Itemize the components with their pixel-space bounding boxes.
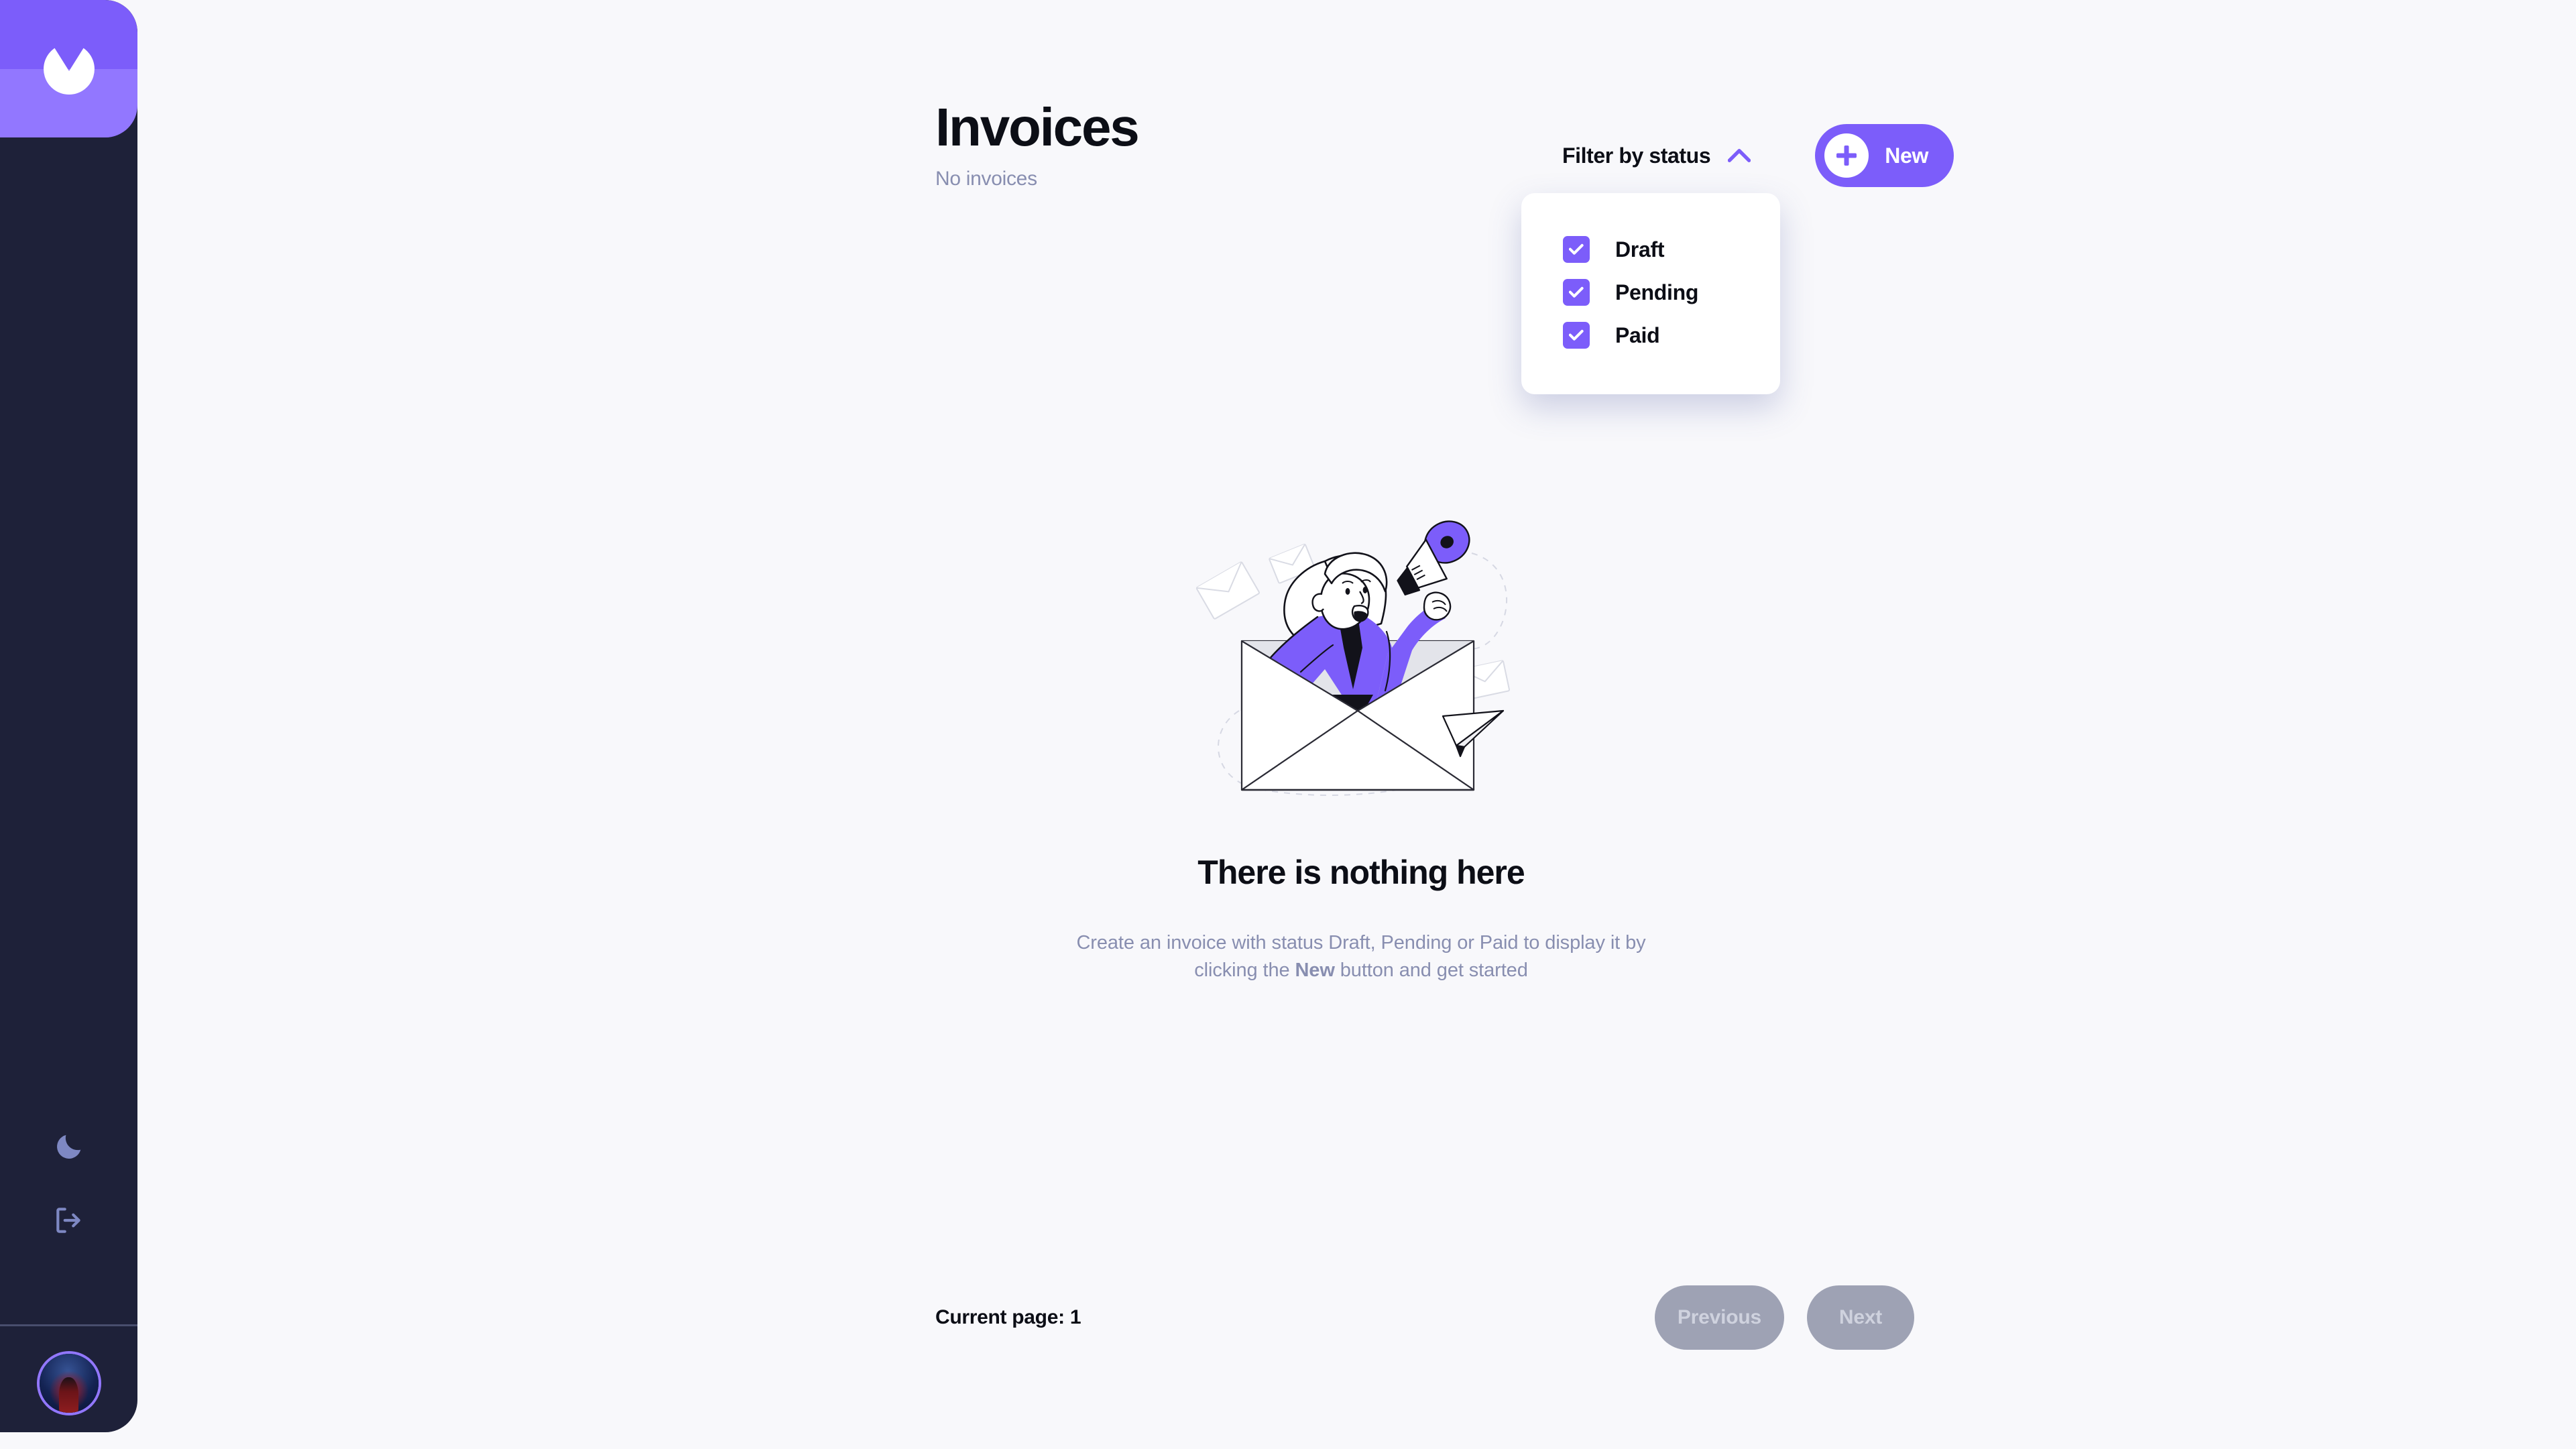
check-icon (1569, 243, 1584, 255)
header-controls: Filter by status New (1562, 124, 1954, 187)
sidebar-divider (0, 1324, 137, 1326)
avatar-photo (39, 1354, 99, 1413)
chevron-up-icon (1728, 149, 1751, 162)
empty-state-illustration (1195, 520, 1510, 796)
new-invoice-button[interactable]: New (1815, 124, 1954, 187)
check-icon (1569, 286, 1584, 298)
checkbox-draft[interactable] (1563, 236, 1590, 263)
plus-icon (1824, 133, 1869, 178)
empty-desc-bold: New (1295, 960, 1335, 982)
moon-icon (56, 1135, 80, 1159)
check-icon (1569, 329, 1584, 341)
sidebar-actions (0, 1110, 137, 1257)
filter-option-paid[interactable]: Paid (1521, 314, 1780, 357)
logo-mark-icon (43, 48, 95, 95)
previous-page-button[interactable]: Previous (1654, 1285, 1784, 1350)
logout-button[interactable] (0, 1183, 137, 1257)
logout-icon (56, 1208, 80, 1233)
main-content: Invoices No invoices Filter by status Ne… (137, 0, 2576, 1449)
empty-state-description: Create an invoice with status Draft, Pen… (1069, 929, 1653, 984)
empty-desc-part2: button and get started (1334, 960, 1528, 982)
filter-option-label: Pending (1615, 280, 1699, 304)
filter-option-draft[interactable]: Draft (1521, 228, 1780, 271)
filter-by-status-toggle[interactable]: Filter by status (1562, 143, 1751, 168)
current-page-label: Current page: 1 (935, 1306, 1081, 1328)
checkbox-pending[interactable] (1563, 279, 1590, 306)
next-page-button[interactable]: Next (1807, 1285, 1914, 1350)
new-button-label: New (1885, 143, 1929, 168)
filter-option-label: Paid (1615, 323, 1660, 347)
avatar-container[interactable] (0, 1334, 137, 1432)
pagination-buttons: Previous Next (1654, 1285, 1914, 1350)
avatar[interactable] (36, 1351, 101, 1415)
sidebar (0, 0, 137, 1432)
checkbox-paid[interactable] (1563, 322, 1590, 349)
empty-state: There is nothing here Create an invoice … (935, 510, 1787, 984)
filter-label: Filter by status (1562, 143, 1711, 168)
filter-option-pending[interactable]: Pending (1521, 271, 1780, 314)
pagination: Current page: 1 Previous Next (935, 1284, 1914, 1351)
invoice-app: Invoices No invoices Filter by status Ne… (0, 0, 2576, 1449)
filter-option-label: Draft (1615, 237, 1665, 262)
empty-state-title: There is nothing here (1197, 854, 1525, 891)
app-logo[interactable] (0, 0, 137, 137)
theme-toggle-button[interactable] (0, 1110, 137, 1183)
filter-status-dropdown: Draft Pending Paid (1521, 193, 1780, 394)
